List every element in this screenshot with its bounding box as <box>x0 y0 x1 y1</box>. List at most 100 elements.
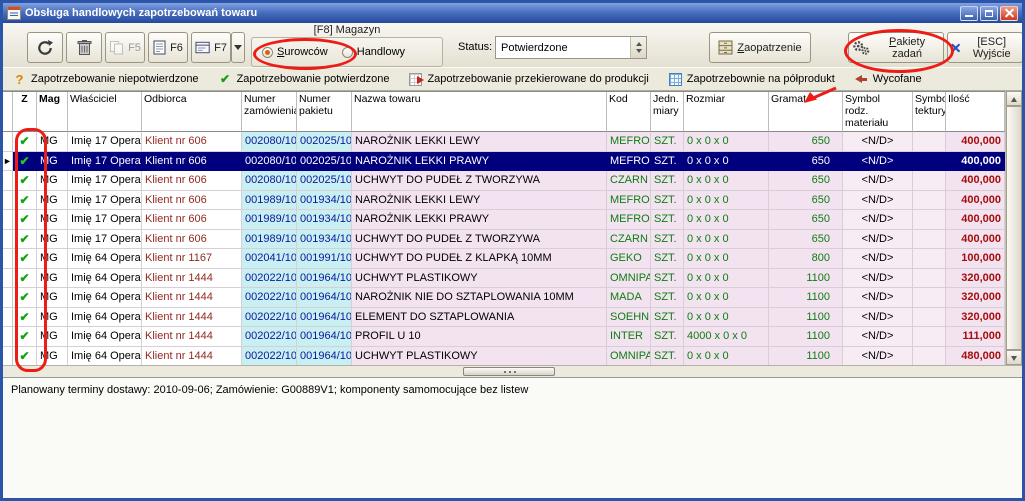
spinner-icon[interactable] <box>630 37 646 58</box>
cell-mag: MG <box>37 230 68 250</box>
table-row[interactable]: ✔MGImię 17 OperatKlient nr 606002080/100… <box>3 132 1022 152</box>
radio-surowcow[interactable]: Surowców <box>262 46 328 58</box>
cell-odbiorca: Klient nr 606 <box>142 132 242 152</box>
column-header-pak[interactable]: Numer pakietu <box>297 92 352 132</box>
maximize-button[interactable] <box>980 6 998 21</box>
table-row[interactable]: ✔MGImię 64 OperatKlient nr 1444002022/10… <box>3 269 1022 289</box>
cell-odbiorca: Klient nr 606 <box>142 191 242 211</box>
column-header-tekt[interactable]: Symbol tektury <box>913 92 946 132</box>
cell-ind <box>3 347 13 367</box>
exit-button[interactable]: [ESC] Wyjście <box>947 32 1023 63</box>
cell-tekt <box>913 171 946 191</box>
document-f6-button[interactable]: F6 <box>148 32 188 63</box>
vertical-scrollbar[interactable] <box>1005 91 1022 365</box>
cell-zam: 002041/10 <box>242 249 297 269</box>
cell-nazwa: NAROŻNIK LEKKI PRAWY <box>352 152 607 172</box>
cell-zam: 001989/10 <box>242 191 297 211</box>
column-header-ilosc[interactable]: Ilość <box>946 92 1005 132</box>
cell-rozmiar: 0 x 0 x 0 <box>684 230 769 250</box>
column-header-rozmiar[interactable]: Rozmiar <box>684 92 769 132</box>
cell-ind <box>3 230 13 250</box>
cell-z: ✔ <box>13 269 37 289</box>
table-row[interactable]: ✔MGImię 17 OperatKlient nr 606001989/100… <box>3 230 1022 250</box>
cell-rozmiar: 0 x 0 x 0 <box>684 191 769 211</box>
pakiety-zadan-button[interactable]: Pakiety zadań <box>848 32 944 63</box>
radio-unselected-icon <box>342 47 353 58</box>
radio-handlowy[interactable]: Handlowy <box>342 46 405 58</box>
cell-nazwa: UCHWYT DO PUDEŁ Z TWORZYWA <box>352 230 607 250</box>
delete-button[interactable] <box>66 32 102 63</box>
vertical-scroll-thumb[interactable] <box>1006 106 1022 350</box>
horizontal-scrollbar[interactable] <box>3 365 1022 377</box>
minimize-button[interactable] <box>960 6 978 21</box>
table-row[interactable]: ✔MGImię 17 OperatKlient nr 606002080/100… <box>3 171 1022 191</box>
table-row[interactable]: ✔MGImię 64 OperatKlient nr 1444002022/10… <box>3 308 1022 328</box>
cell-kod: MEFRO <box>607 152 651 172</box>
table-row[interactable]: ✔MGImię 64 OperatKlient nr 1444002022/10… <box>3 327 1022 347</box>
table-row[interactable]: ✔MGImię 64 OperatKlient nr 1444002022/10… <box>3 347 1022 367</box>
cell-rozmiar: 0 x 0 x 0 <box>684 347 769 367</box>
column-header-jedn[interactable]: Jedn. miary <box>651 92 684 132</box>
f7-dropdown-button[interactable] <box>231 32 245 63</box>
column-header-zam[interactable]: Numer zamówienia <box>242 92 297 132</box>
cell-pak: 001964/10 <box>297 327 352 347</box>
horizontal-scroll-thumb[interactable] <box>463 367 555 376</box>
legend-label: Zapotrzebownie na półprodukt <box>687 73 835 85</box>
table-row[interactable]: ✔MGImię 64 OperatKlient nr 1444002022/10… <box>3 288 1022 308</box>
document-icon <box>153 40 166 55</box>
column-header-ind[interactable] <box>3 92 13 132</box>
table-row[interactable]: ✔MGImię 17 OperatKlient nr 606001989/100… <box>3 210 1022 230</box>
status-panel: Planowany terminy dostawy: 2010-09-06; Z… <box>3 377 1022 498</box>
cell-gramat: 650 <box>769 191 843 211</box>
cell-nazwa: UCHWYT DO PUDEŁ Z KLAPKĄ 10MM <box>352 249 607 269</box>
column-header-kod[interactable]: Kod <box>607 92 651 132</box>
cell-mag: MG <box>37 327 68 347</box>
close-button[interactable] <box>1000 6 1018 21</box>
cell-zam: 002022/10 <box>242 269 297 289</box>
table-row[interactable]: ►✔MGImię 17 OperatKlient nr 606002080/10… <box>3 152 1022 172</box>
column-header-rodz[interactable]: Symbol rodz. materiału <box>843 92 913 132</box>
halfproduct-icon <box>669 73 682 86</box>
app-icon <box>7 6 21 20</box>
table-row[interactable]: ✔MGImię 17 OperatKlient nr 606001989/100… <box>3 191 1022 211</box>
cell-kod: OMNIPAC <box>607 269 651 289</box>
cell-jedn: SZT. <box>651 347 684 367</box>
card-f7-button[interactable]: F7 <box>191 32 231 63</box>
cell-z: ✔ <box>13 210 37 230</box>
table-row[interactable]: ✔MGImię 64 OperatKlient nr 1167002041/10… <box>3 249 1022 269</box>
copy-f5-button[interactable]: F5 <box>105 32 145 63</box>
cell-gramat: 650 <box>769 171 843 191</box>
cell-jedn: SZT. <box>651 210 684 230</box>
cell-gramat: 1100 <box>769 288 843 308</box>
cell-z: ✔ <box>13 191 37 211</box>
cell-zam: 002022/10 <box>242 327 297 347</box>
cell-odbiorca: Klient nr 606 <box>142 210 242 230</box>
cell-odbiorca: Klient nr 1444 <box>142 347 242 367</box>
column-header-gramat[interactable]: Gramat <box>769 92 843 132</box>
column-header-z[interactable]: Z <box>13 92 37 132</box>
pakiety-zadan-label: Pakiety zadań <box>874 36 940 60</box>
cell-tekt <box>913 210 946 230</box>
cell-rodz: <N/D> <box>843 171 913 191</box>
cell-ilosc: 320,000 <box>946 269 1005 289</box>
scroll-down-icon[interactable] <box>1006 350 1022 365</box>
cell-wlasciciel: Imię 17 Operat <box>68 230 142 250</box>
cell-odbiorca: Klient nr 1167 <box>142 249 242 269</box>
cell-zam: 002022/10 <box>242 308 297 328</box>
radio-surowcow-label: Surowców <box>277 46 328 58</box>
zaopatrzenie-button[interactable]: Zaopatrzenie <box>709 32 811 63</box>
status-dropdown[interactable]: Potwierdzone <box>495 36 647 59</box>
column-header-odbiorca[interactable]: Odbiorca <box>142 92 242 132</box>
cell-z: ✔ <box>13 327 37 347</box>
cell-jedn: SZT. <box>651 171 684 191</box>
cell-wlasciciel: Imię 64 Operat <box>68 249 142 269</box>
column-header-wlasciciel[interactable]: Właściciel <box>68 92 142 132</box>
cell-pak: 001964/10 <box>297 288 352 308</box>
legend-label: Wycofane <box>873 73 922 85</box>
column-header-nazwa[interactable]: Nazwa towaru <box>352 92 607 132</box>
refresh-button[interactable] <box>27 32 63 63</box>
column-header-mag[interactable]: Mag <box>37 92 68 132</box>
scroll-up-icon[interactable] <box>1006 91 1022 106</box>
cell-z: ✔ <box>13 171 37 191</box>
cell-wlasciciel: Imię 64 Operat <box>68 269 142 289</box>
